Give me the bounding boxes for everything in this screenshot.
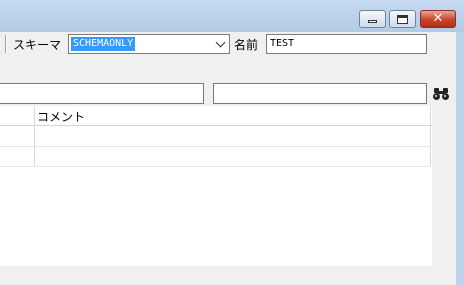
table-row[interactable] [0,146,430,147]
chevron-down-icon[interactable] [215,37,226,48]
schema-combobox[interactable]: SCHEMAONLY [68,34,230,54]
filter-input-left[interactable] [0,83,204,104]
close-icon: ✕ [432,11,444,26]
grid-header: コメント [0,106,432,126]
search-input[interactable] [213,83,427,104]
data-grid[interactable]: コメント [0,106,432,266]
name-label: 名前 [234,38,259,52]
name-value: TEST [270,38,295,49]
column-header-comment[interactable]: コメント [37,108,85,125]
close-button[interactable]: ✕ [420,10,456,28]
column-divider[interactable] [430,106,431,166]
name-field[interactable]: TEST [266,34,427,54]
schema-label: スキーマ [13,38,62,52]
window-client-area: スキーマ SCHEMAONLY 名前 TEST コメント [0,32,456,285]
binoculars-icon[interactable] [432,87,450,101]
toolbar: スキーマ SCHEMAONLY 名前 TEST [0,32,456,56]
minimize-button[interactable] [359,10,386,28]
minimize-icon [368,20,377,23]
column-divider[interactable] [34,106,35,166]
maximize-icon [397,15,408,24]
table-row[interactable] [0,166,430,167]
title-bar[interactable]: ✕ [0,0,464,32]
toolbar-separator [5,35,7,53]
schema-value: SCHEMAONLY [71,37,136,51]
maximize-button[interactable] [389,10,416,28]
